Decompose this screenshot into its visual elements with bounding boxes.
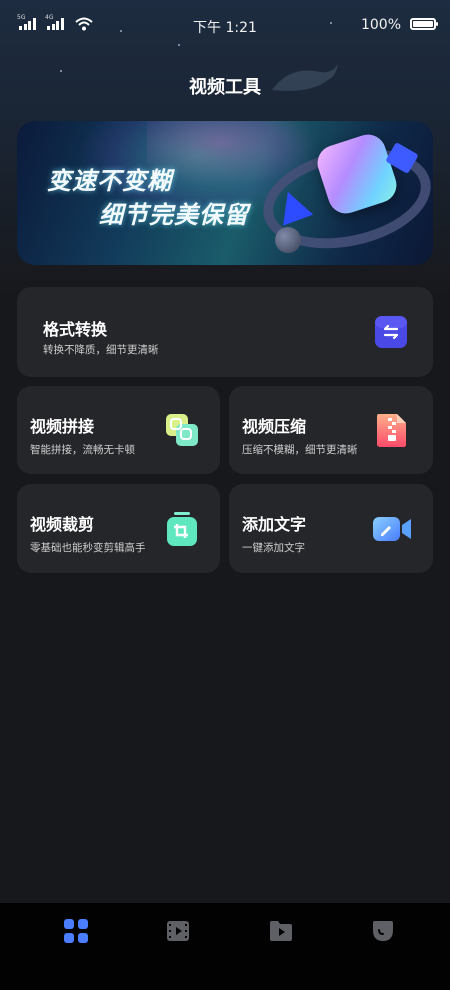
compress-icon (377, 414, 406, 447)
card-title: 视频压缩 (242, 417, 307, 436)
battery-percent: 100% (360, 17, 401, 33)
bottom-navigation (0, 903, 450, 990)
card-subtitle: 压缩不模糊，细节更清晰 (242, 444, 358, 456)
card-title: 视频拼接 (30, 417, 95, 436)
card-subtitle: 零基础也能秒变剪辑高手 (30, 542, 146, 554)
status-bar: 5G 4G 下午 1:21 100% (0, 0, 450, 50)
card-title: 格式转换 (43, 320, 108, 339)
crop-icon (167, 512, 197, 546)
tools-grid-icon[interactable] (62, 917, 90, 945)
format-convert-card[interactable]: 格式转换 转换不降质，细节更清晰 (17, 287, 433, 377)
add-text-card[interactable]: 添加文字 一键添加文字 (229, 484, 433, 573)
card-title: 视频裁剪 (30, 515, 95, 534)
convert-icon (375, 316, 407, 348)
ball-decoration (275, 227, 301, 253)
banner-subheadline: 细节完美保留 (99, 201, 249, 229)
page-title: 视频工具 (189, 77, 261, 98)
card-subtitle: 一键添加文字 (242, 542, 305, 554)
add-text-video-icon (373, 517, 411, 541)
film-icon[interactable] (164, 917, 192, 945)
profile-icon[interactable] (369, 917, 397, 945)
promo-banner[interactable]: 变速不变糊 细节完美保留 (17, 121, 433, 265)
video-compress-card[interactable]: 视频压缩 压缩不模糊，细节更清晰 (229, 386, 433, 474)
video-crop-card[interactable]: 视频裁剪 零基础也能秒变剪辑高手 (17, 484, 220, 573)
card-subtitle: 智能拼接，流畅无卡顿 (30, 444, 135, 456)
card-subtitle: 转换不降质，细节更清晰 (43, 344, 159, 356)
banner-headline: 变速不变糊 (47, 167, 172, 195)
card-title: 添加文字 (242, 515, 307, 534)
video-folder-icon[interactable] (267, 917, 295, 945)
battery-icon (410, 18, 438, 30)
merge-icon (166, 414, 198, 446)
video-merge-card[interactable]: 视频拼接 智能拼接，流畅无卡顿 (17, 386, 220, 474)
